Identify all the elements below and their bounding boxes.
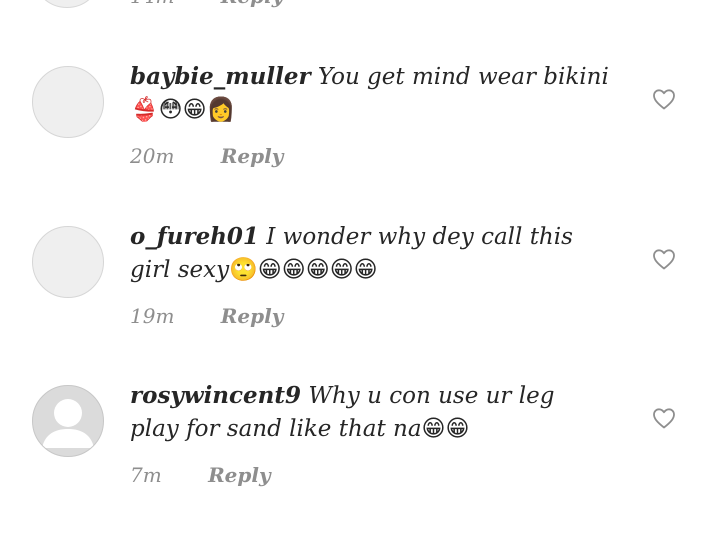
reply-button[interactable]: Reply: [221, 304, 284, 328]
comment-meta: 19m Reply: [130, 304, 283, 328]
avatar[interactable]: [32, 226, 104, 298]
comment-body: o_fureh01 I wonder why dey call this gir…: [130, 220, 610, 287]
avatar[interactable]: [32, 66, 104, 138]
comment-time: 14m: [130, 0, 174, 8]
comment-time: 7m: [130, 463, 162, 487]
comment-text: You get mind wear bikini: [317, 64, 609, 90]
comment-username[interactable]: rosywincent9: [130, 382, 301, 409]
comment-item: rosywincent9 Why u con use ur leg play f…: [0, 382, 720, 535]
reply-button[interactable]: Reply: [221, 0, 284, 8]
comment-username[interactable]: baybie_muller: [130, 63, 311, 90]
person-silhouette-icon: [42, 399, 94, 448]
comment-emojis: 🙄😁😁😁😁😁: [229, 257, 378, 283]
comment-body: rosywincent9 Why u con use ur leg play f…: [130, 379, 610, 446]
comment-item: o_fureh01 I wonder why dey call this gir…: [0, 223, 720, 376]
comment-time: 19m: [130, 304, 175, 328]
avatar[interactable]: [32, 0, 102, 8]
default-user-avatar[interactable]: [32, 385, 104, 457]
comment-emojis: 😁😁: [421, 416, 470, 442]
heart-outline-icon[interactable]: [652, 88, 676, 110]
reply-button[interactable]: Reply: [221, 144, 284, 168]
comment-emojis: 👙😳😁👩: [130, 97, 236, 123]
comment-body: baybie_muller You get mind wear bikini 👙…: [130, 60, 610, 127]
comment-time: 20m: [130, 144, 175, 168]
comment-item: baybie_muller You get mind wear bikini 👙…: [0, 63, 720, 216]
comment-username[interactable]: o_fureh01: [130, 223, 259, 250]
previous-comment-fragment: 14m Reply: [0, 0, 720, 14]
comment-meta: 20m Reply: [130, 144, 283, 168]
reply-button[interactable]: Reply: [208, 463, 271, 487]
comment-meta: 14m Reply: [130, 0, 283, 8]
comment-meta: 7m Reply: [130, 463, 271, 487]
heart-outline-icon[interactable]: [652, 407, 676, 429]
heart-outline-icon[interactable]: [652, 248, 676, 270]
